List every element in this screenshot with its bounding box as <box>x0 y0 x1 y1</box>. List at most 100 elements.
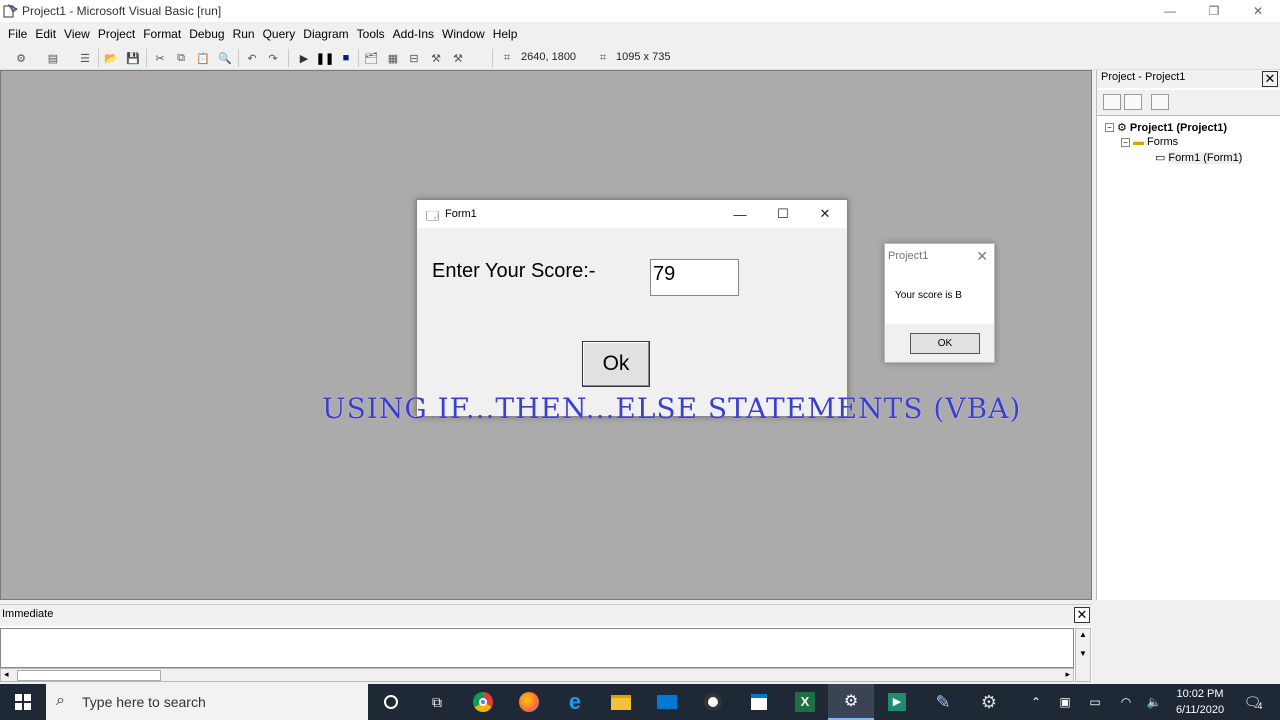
battery-icon[interactable]: ▭ <box>1084 684 1106 720</box>
end-icon[interactable]: ■ <box>337 49 355 67</box>
menu-add-ins[interactable]: Add-Ins <box>389 27 438 41</box>
find-icon[interactable]: 🔍 <box>216 49 234 67</box>
tree-node-form1[interactable]: ▭ Form1 (Form1) <box>1155 151 1243 164</box>
store-icon[interactable] <box>736 684 782 720</box>
menu-window[interactable]: Window <box>438 27 489 41</box>
notes-app-icon[interactable]: ✎ <box>920 684 966 720</box>
mail-icon[interactable] <box>644 684 690 720</box>
undo-icon[interactable]: ↶ <box>243 49 261 67</box>
folder-icon: ▬ <box>1133 136 1144 148</box>
menu-run[interactable]: Run <box>229 27 259 41</box>
properties-window-icon[interactable]: ▦ <box>384 49 402 67</box>
excel-icon[interactable]: X <box>782 684 828 720</box>
add-form-icon[interactable]: ▤ <box>44 49 62 67</box>
vertical-scrollbar[interactable]: ▲ ▼ <box>1075 628 1091 682</box>
tree-node-project[interactable]: − ⚙ Project1 (Project1) <box>1105 121 1227 134</box>
size-icon: ⌗ <box>599 51 607 64</box>
restore-button[interactable]: ❐ <box>1192 0 1236 22</box>
tree-node-forms[interactable]: − ▬ Forms <box>1121 136 1178 148</box>
firefox-icon[interactable] <box>506 684 552 720</box>
scroll-right-icon[interactable]: ▸ <box>1065 669 1070 680</box>
taskbar-clock[interactable]: 10:02 PM 6/11/2020 <box>1166 686 1234 718</box>
menu-query[interactable]: Query <box>259 27 300 41</box>
task-view-icon[interactable]: ⧉ <box>414 684 460 720</box>
menu-bar: File Edit View Project Format Debug Run … <box>0 24 1280 44</box>
taskbar-search-box[interactable]: ⌕ Type here to search <box>46 684 368 720</box>
toolbox-icon[interactable]: ⚒ <box>449 49 467 67</box>
start-button[interactable] <box>0 684 46 720</box>
toolbar-separator <box>288 49 289 67</box>
cortana-icon[interactable] <box>368 684 414 720</box>
immediate-header: Immediate <box>0 604 1092 626</box>
start-icon[interactable]: ▶ <box>295 49 313 67</box>
message-text: Your score is B <box>895 290 962 301</box>
project-explorer-icon[interactable]: 🗂 <box>362 49 380 67</box>
collapse-icon[interactable]: − <box>1121 137 1130 147</box>
message-ok-button[interactable]: OK <box>910 333 980 354</box>
form1-minimize-button[interactable]: — <box>725 204 755 224</box>
score-input[interactable]: 79 <box>650 259 739 296</box>
menu-help[interactable]: Help <box>489 27 522 41</box>
wifi-icon[interactable]: ◠ <box>1114 684 1138 720</box>
paste-icon[interactable]: 📋 <box>194 49 212 67</box>
edge-icon[interactable]: e <box>552 684 598 720</box>
clock-time: 10:02 PM <box>1176 688 1224 700</box>
collapse-icon[interactable]: − <box>1105 123 1114 132</box>
scroll-down-icon[interactable]: ▼ <box>1079 649 1087 658</box>
ok-button[interactable]: Ok <box>582 341 650 387</box>
menu-tools[interactable]: Tools <box>353 27 389 41</box>
menu-diagram[interactable]: Diagram <box>299 27 352 41</box>
menu-editor-icon[interactable]: ☰ <box>76 49 94 67</box>
project-panel-header: Project - Project1 <box>1097 70 1280 88</box>
menu-debug[interactable]: Debug <box>185 27 228 41</box>
form1-maximize-button[interactable]: ☐ <box>768 204 798 224</box>
notification-center-icon[interactable]: 🗨 4 <box>1238 684 1268 720</box>
toggle-folders-icon[interactable] <box>1151 94 1169 110</box>
menu-project[interactable]: Project <box>94 27 139 41</box>
tools-app-icon[interactable]: ⚙ <box>966 684 1012 720</box>
camera-icon[interactable] <box>690 684 736 720</box>
form1-close-button[interactable]: ✕ <box>810 204 840 224</box>
chrome-icon[interactable] <box>460 684 506 720</box>
object-browser-icon[interactable]: ⚒ <box>427 49 445 67</box>
close-button[interactable]: ✕ <box>1236 0 1280 22</box>
scroll-up-icon[interactable]: ▲ <box>1079 630 1087 639</box>
windows-icon <box>15 694 31 710</box>
search-placeholder: Type here to search <box>82 694 206 710</box>
volume-icon[interactable]: 🔈 <box>1142 684 1166 720</box>
view-code-icon[interactable] <box>1103 94 1121 110</box>
project-panel-close-button[interactable]: ✕ <box>1262 71 1278 87</box>
form-layout-icon[interactable]: ⊟ <box>405 49 423 67</box>
copy-icon[interactable]: ⧉ <box>172 49 190 67</box>
media-app-icon[interactable]: ▶ <box>874 684 920 720</box>
tree-label-forms: Forms <box>1147 136 1179 148</box>
menu-format[interactable]: Format <box>139 27 185 41</box>
scroll-left-icon[interactable]: ◂ <box>4 669 9 680</box>
tree-label-form1: Form1 (Form1) <box>1168 151 1243 164</box>
message-box: Project1 ✕ Your score is B OK <box>884 243 995 363</box>
form-position-text: 2640, 1800 <box>521 51 577 63</box>
file-explorer-icon[interactable] <box>598 684 644 720</box>
menu-edit[interactable]: Edit <box>31 27 60 41</box>
toolbar-separator <box>98 49 99 67</box>
project-panel-title: Project - Project1 <box>1101 71 1186 83</box>
meet-now-icon[interactable]: ▣ <box>1054 684 1076 720</box>
toolbar-separator <box>492 49 493 67</box>
open-icon[interactable]: 📂 <box>102 49 120 67</box>
immediate-close-button[interactable]: ✕ <box>1074 607 1090 623</box>
menu-file[interactable]: File <box>4 27 31 41</box>
minimize-button[interactable]: — <box>1148 0 1192 22</box>
horizontal-scrollbar[interactable]: ◂ ▸ <box>0 668 1074 682</box>
immediate-input-area[interactable] <box>0 628 1074 668</box>
show-hidden-icons[interactable]: ⌃ <box>1026 684 1046 720</box>
redo-icon[interactable]: ↷ <box>264 49 282 67</box>
cut-icon[interactable]: ✂ <box>151 49 169 67</box>
visual-basic-taskbar-icon[interactable]: ⚙ <box>828 684 874 720</box>
scrollbar-thumb[interactable] <box>17 670 161 681</box>
menu-view[interactable]: View <box>60 27 94 41</box>
break-icon[interactable]: ❚❚ <box>316 49 334 67</box>
save-icon[interactable]: 💾 <box>124 49 142 67</box>
view-object-icon[interactable] <box>1124 94 1142 110</box>
message-box-close-button[interactable]: ✕ <box>976 248 988 265</box>
add-project-icon[interactable]: ⚙ <box>12 49 30 67</box>
